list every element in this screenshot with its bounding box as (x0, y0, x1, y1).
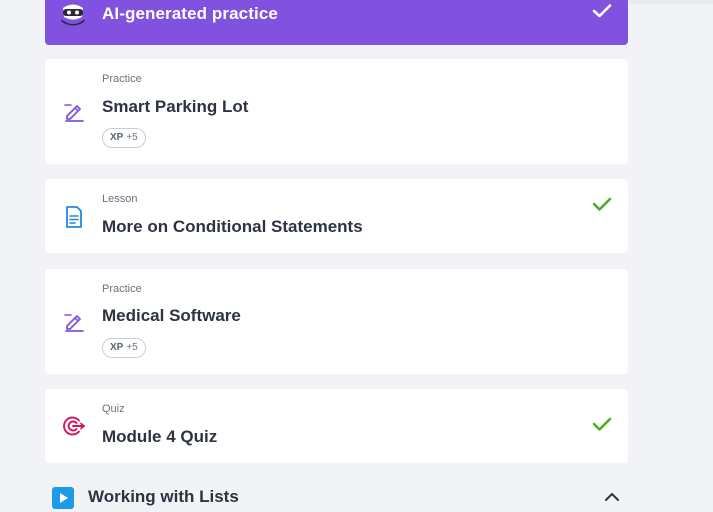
item-type-label: Quiz (102, 403, 125, 415)
section-header-working-with-lists[interactable]: Working with Lists (45, 480, 628, 512)
xp-value: +5 (126, 132, 138, 143)
item-type-label: Practice (102, 283, 142, 295)
play-icon (52, 487, 74, 509)
xp-label: XP (110, 342, 124, 353)
quiz-card-module-4-quiz[interactable]: Quiz Module 4 Quiz (45, 389, 628, 463)
banner-title: AI-generated practice (102, 4, 278, 23)
checkmark-icon (592, 4, 612, 18)
item-title: Medical Software (102, 306, 241, 325)
xp-label: XP (110, 132, 124, 143)
checkmark-icon (592, 417, 612, 431)
section-title: Working with Lists (88, 487, 239, 506)
practice-card-smart-parking-lot[interactable]: Practice Smart Parking Lot XP +5 (45, 59, 628, 164)
item-type-label: Practice (102, 73, 142, 85)
xp-value: +5 (126, 342, 138, 353)
item-title: Smart Parking Lot (102, 97, 249, 116)
item-type-label: Lesson (102, 193, 138, 205)
top-edge-strip (629, 0, 713, 4)
lesson-card-more-on-conditional-statements[interactable]: Lesson More on Conditional Statements (45, 179, 628, 253)
xp-badge: XP +5 (102, 338, 146, 358)
xp-badge: XP +5 (102, 128, 146, 148)
item-title: Module 4 Quiz (102, 427, 218, 446)
pencil-edit-icon (64, 104, 84, 122)
target-icon (63, 416, 85, 436)
pencil-edit-icon (64, 314, 84, 332)
ai-practice-banner[interactable]: AI-generated practice (45, 0, 628, 45)
ai-mascot-icon (61, 4, 85, 26)
chevron-up-icon[interactable] (603, 489, 621, 503)
item-title: More on Conditional Statements (102, 217, 363, 236)
practice-card-medical-software[interactable]: Practice Medical Software XP +5 (45, 269, 628, 374)
lesson-document-icon (66, 206, 82, 228)
checkmark-icon (592, 197, 612, 211)
